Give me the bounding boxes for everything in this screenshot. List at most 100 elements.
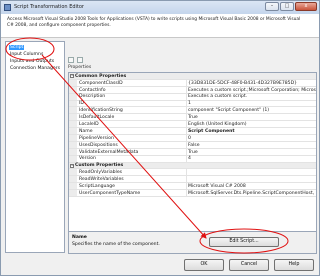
close-button[interactable]: x bbox=[295, 2, 317, 11]
column-divider bbox=[186, 114, 187, 121]
app-icon bbox=[4, 4, 11, 11]
property-row[interactable]: ValidateExternalMetadata True bbox=[69, 148, 316, 156]
property-row[interactable]: ID 1 bbox=[69, 100, 316, 108]
property-name: Name bbox=[79, 128, 93, 134]
property-value[interactable]: {33D831DE-5DCF-48F0-B431-4D327B9E785D} bbox=[188, 81, 297, 86]
category-name: Common Properties bbox=[75, 73, 127, 79]
row-gutter bbox=[69, 148, 77, 155]
category-name: Custom Properties bbox=[75, 163, 124, 169]
property-name: UsesDispositions bbox=[79, 142, 118, 148]
column-divider bbox=[186, 141, 187, 148]
properties-label: Properties bbox=[68, 65, 92, 70]
property-value[interactable]: True bbox=[188, 115, 198, 120]
property-value[interactable]: Executes a custom script. bbox=[188, 94, 247, 99]
property-value[interactable]: False bbox=[188, 143, 200, 148]
description-text: Specifies the name of the component. bbox=[72, 242, 160, 247]
property-name: ReadOnlyVariables bbox=[79, 170, 123, 176]
property-row[interactable]: Description Executes a custom script. bbox=[69, 93, 316, 101]
column-divider bbox=[186, 183, 187, 190]
nav-item-connection-managers[interactable]: Connection Managers bbox=[9, 66, 61, 71]
property-row[interactable]: ScriptLanguage Microsoft Visual C# 2008 bbox=[69, 183, 316, 191]
categorized-view-icon[interactable] bbox=[68, 57, 74, 63]
column-divider bbox=[186, 79, 187, 86]
alphabetical-view-icon[interactable] bbox=[77, 57, 83, 63]
column-divider bbox=[186, 135, 187, 141]
property-name: Description bbox=[79, 94, 106, 100]
property-name: ID bbox=[79, 101, 84, 107]
column-divider bbox=[186, 100, 187, 107]
help-button[interactable]: Help bbox=[274, 259, 314, 271]
column-divider bbox=[186, 148, 187, 155]
property-name: LocaleID bbox=[79, 122, 99, 128]
property-value[interactable]: Script Component bbox=[188, 129, 235, 134]
property-row[interactable]: Name Script Component bbox=[69, 128, 316, 136]
script-transformation-editor-window: Script Transformation Editor – □ x Acces… bbox=[0, 0, 320, 276]
column-divider bbox=[186, 86, 187, 93]
row-gutter bbox=[69, 100, 77, 107]
property-row[interactable]: ReadWriteVariables bbox=[69, 176, 316, 184]
property-value[interactable]: English (United Kingdom) bbox=[188, 122, 247, 127]
property-value[interactable]: 1 bbox=[188, 101, 191, 106]
column-divider bbox=[186, 107, 187, 114]
collapse-icon[interactable]: − bbox=[70, 74, 74, 79]
header-description: Access Microsoft Visual Studio 2008 Tool… bbox=[7, 17, 301, 28]
property-row[interactable]: PipelineVersion 0 bbox=[69, 135, 316, 142]
property-grid: − Common Properties ComponentClassID {33D83… bbox=[68, 72, 317, 232]
collapse-icon[interactable]: − bbox=[70, 163, 74, 168]
row-gutter bbox=[69, 93, 77, 100]
nav-item-script[interactable]: Script bbox=[9, 45, 25, 50]
window-controls: – □ x bbox=[265, 2, 317, 12]
property-row[interactable]: ComponentClassID {33D831DE-5DCF-48F0-B431… bbox=[69, 79, 316, 87]
minimize-button[interactable]: – bbox=[265, 2, 279, 11]
title-bar: Script Transformation Editor – □ x bbox=[1, 1, 319, 15]
row-gutter bbox=[69, 176, 77, 183]
property-row[interactable]: IsDefaultLocale True bbox=[69, 114, 316, 122]
property-row[interactable]: IdentificationString component "Script Co… bbox=[69, 107, 316, 115]
property-row[interactable]: Version 4 bbox=[69, 155, 316, 163]
row-gutter bbox=[69, 190, 77, 197]
property-value[interactable]: 4 bbox=[188, 156, 191, 161]
row-gutter bbox=[69, 107, 77, 114]
property-value[interactable]: component "Script Component" (1) bbox=[188, 108, 269, 113]
edit-script-button[interactable]: Edit Script... bbox=[209, 237, 279, 247]
page-navigation-list: Script Input Columns Inputs and Outputs … bbox=[5, 41, 65, 253]
property-value[interactable]: Microsoft Visual C# 2008 bbox=[188, 184, 246, 189]
description-title: Name bbox=[72, 235, 87, 240]
property-category-row[interactable]: − Common Properties bbox=[69, 73, 316, 80]
property-row[interactable]: LocaleID English (United Kingdom) bbox=[69, 121, 316, 129]
column-divider bbox=[186, 128, 187, 135]
column-divider bbox=[186, 169, 187, 176]
property-name: UserComponentTypeName bbox=[79, 190, 141, 196]
property-row[interactable]: UsesDispositions False bbox=[69, 141, 316, 149]
property-name: PipelineVersion bbox=[79, 135, 114, 141]
property-name: ReadWriteVariables bbox=[79, 177, 124, 183]
property-value[interactable]: True bbox=[188, 150, 198, 155]
column-divider bbox=[186, 176, 187, 183]
nav-item-input-columns[interactable]: Input Columns bbox=[9, 52, 44, 57]
property-value[interactable]: 0 bbox=[188, 136, 191, 141]
property-name: Version bbox=[79, 156, 96, 162]
column-divider bbox=[186, 121, 187, 128]
property-name: IdentificationString bbox=[79, 108, 123, 114]
property-description-panel: Name Specifies the name of the component… bbox=[68, 232, 317, 254]
cancel-button[interactable]: Cancel bbox=[229, 259, 269, 271]
column-divider bbox=[186, 155, 187, 162]
property-row[interactable]: ReadOnlyVariables bbox=[69, 169, 316, 177]
property-grid-toolbar bbox=[68, 57, 83, 64]
row-gutter bbox=[69, 114, 77, 121]
property-name: ScriptLanguage bbox=[79, 184, 115, 190]
row-gutter bbox=[69, 183, 77, 190]
row-gutter bbox=[69, 141, 77, 148]
nav-item-inputs-outputs[interactable]: Inputs and Outputs bbox=[9, 59, 55, 64]
row-gutter bbox=[69, 135, 77, 141]
row-gutter bbox=[69, 86, 77, 93]
row-gutter bbox=[69, 155, 77, 162]
property-row[interactable]: ContactInfo Executes a custom script.;Mic… bbox=[69, 86, 316, 94]
ok-button[interactable]: OK bbox=[184, 259, 224, 271]
property-category-row[interactable]: − Custom Properties bbox=[69, 162, 316, 170]
property-value[interactable]: Microsoft.SqlServer.Dts.Pipeline.ScriptC… bbox=[188, 191, 316, 196]
property-value[interactable]: Executes a custom script.;Microsoft Corp… bbox=[188, 88, 316, 93]
property-row[interactable]: UserComponentTypeName Microsoft.SqlServer… bbox=[69, 190, 316, 198]
maximize-button[interactable]: □ bbox=[280, 2, 294, 11]
editor-header: Access Microsoft Visual Studio 2008 Tool… bbox=[1, 14, 319, 38]
